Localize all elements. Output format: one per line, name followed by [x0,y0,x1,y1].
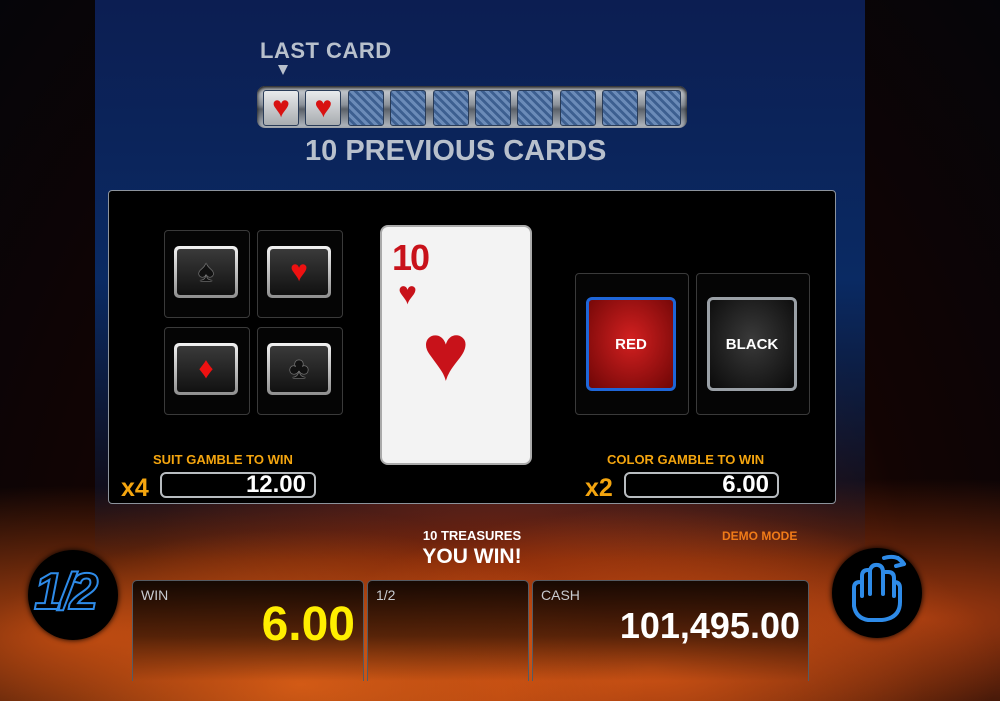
previous-card-back [559,90,596,126]
previous-card-heart: ♥ [263,90,299,126]
suit-multiplier: x4 [121,474,149,502]
black-button[interactable]: BLACK [707,297,797,391]
win-value: 6.00 [261,598,355,651]
demo-mode-label: DEMO MODE [722,529,798,543]
card-small-heart-icon: ♥ [398,275,417,311]
win-label: WIN [141,587,169,603]
color-multiplier: x2 [585,474,613,502]
heart-icon: ♥ [314,91,333,124]
previous-card-back [390,90,427,126]
black-cell: BLACK [696,273,810,415]
half-panel: 1/2 [367,580,529,681]
collect-button[interactable] [832,548,922,638]
diamond-button[interactable]: ♦ [174,343,238,395]
game-title: 10 TREASURES [422,528,522,543]
heart-button[interactable]: ♥ [267,246,331,298]
suit-gamble-value: 12.00 [160,472,316,498]
suit-gamble-label: SUIT GAMBLE TO WIN [153,452,293,467]
previous-card-back [602,90,639,126]
win-panel: WIN 6.00 [132,580,364,681]
club-button[interactable]: ♣ [267,343,331,395]
previous-card-back [517,90,554,126]
card-center-heart-icon: ♥ [422,308,470,397]
spade-button[interactable]: ♠ [174,246,238,298]
color-gamble-value: 6.00 [624,472,779,498]
red-cell: RED [575,273,689,415]
red-button[interactable]: RED [586,297,676,391]
heart-icon: ♥ [272,91,290,124]
last-card-label: LAST CARD [260,38,392,63]
heart-icon: ♥ [290,255,308,288]
half-gamble-label: 1/2 [33,562,99,622]
club-icon: ♣ [289,352,309,385]
cash-value: 101,495.00 [619,605,800,646]
color-gamble-label: COLOR GAMBLE TO WIN [607,452,765,467]
cash-label: CASH [541,587,580,603]
card-rank: 10 [392,237,430,278]
previous-card-back [475,90,511,126]
current-card: 10 ♥ ♥ [380,225,532,465]
previous-card-back [644,90,681,126]
previous-card-back [432,90,469,126]
previous-cards-strip: ♥ ♥ [257,86,687,128]
diamond-icon: ♦ [198,352,214,385]
hand-icon [852,554,906,622]
half-gamble-button[interactable]: 1/2 [28,550,118,640]
suit-cell-diamonds: ♦ [164,327,250,415]
previous-card-heart: ♥ [305,90,342,126]
win-message: YOU WIN! [422,545,522,568]
cash-panel: CASH 101,495.00 [532,580,809,681]
suit-cell-spades: ♠ [164,230,250,318]
previous-card-back [347,90,384,126]
suit-cell-clubs: ♣ [257,327,343,415]
previous-cards-caption: 10 PREVIOUS CARDS [305,135,607,167]
spade-icon: ♠ [198,255,214,288]
half-label: 1/2 [376,587,396,603]
suit-cell-hearts: ♥ [257,230,343,318]
last-card-arrow-icon [278,65,288,75]
